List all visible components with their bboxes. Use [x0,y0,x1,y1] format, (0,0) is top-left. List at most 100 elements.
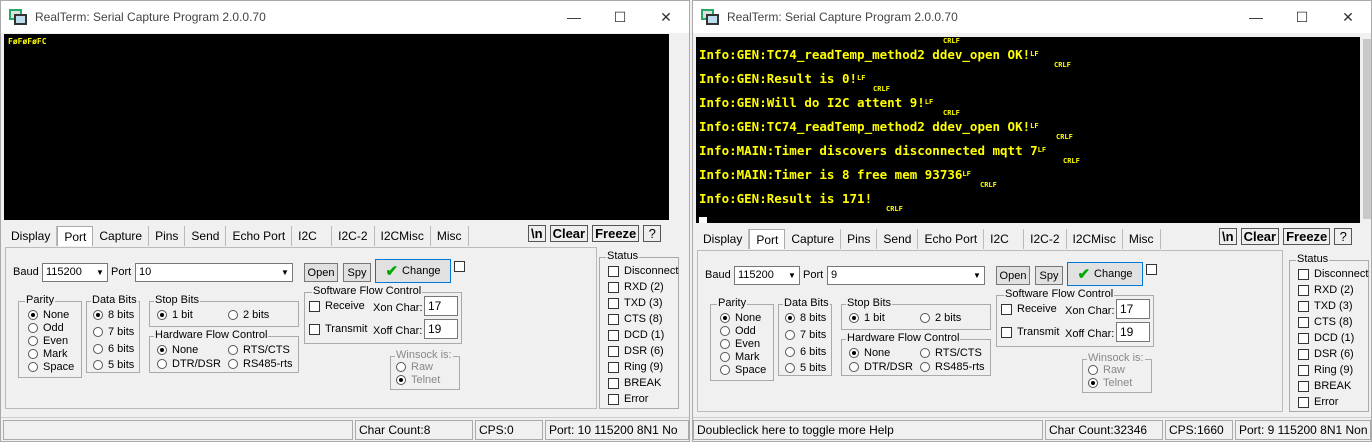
spy-button[interactable]: Spy [343,263,371,282]
parity-mark-radio[interactable]: Mark [720,351,759,363]
parity-none-radio[interactable]: None [720,312,761,324]
parity-space-radio[interactable]: Space [720,364,766,376]
clear-button[interactable]: Clear [1240,228,1280,245]
parity-odd-radio[interactable]: Odd [28,322,64,334]
newline-button[interactable]: \n [528,225,546,242]
clear-button[interactable]: Clear [549,225,589,242]
databits-6-radio[interactable]: 6 bits [93,343,134,355]
stopbits-1-radio[interactable]: 1 bit [157,309,193,321]
databits-7-radio[interactable]: 7 bits [93,326,134,338]
newline-button[interactable]: \n [1219,228,1237,245]
terminal-display[interactable]: Info:GEN:TC74_readTemp_method2 ddev_open… [696,37,1360,223]
databits-7-radio[interactable]: 7 bits [785,329,826,341]
swflow-transmit-checkbox[interactable]: Transmit [1001,326,1059,338]
maximize-icon[interactable]: ☐ [1279,1,1325,33]
change-button[interactable]: ✔ Change [375,259,451,283]
hwflow-rs485-radio[interactable]: RS485-rts [920,361,985,373]
port-select[interactable]: 9 ▼ [827,266,985,285]
port-select[interactable]: 10 ▼ [135,263,293,282]
tab-display[interactable]: Display [697,229,750,249]
title-bar[interactable]: RealTerm: Serial Capture Program 2.0.0.7… [693,1,1371,33]
hwflow-none-radio[interactable]: None [157,344,198,356]
tab-send[interactable]: Send [185,226,227,246]
hwflow-dtrdsr-radio[interactable]: DTR/DSR [849,361,913,373]
swflow-receive-checkbox[interactable]: Receive [1001,303,1057,315]
open-button[interactable]: Open [996,266,1030,285]
tab-i2c-2[interactable]: I2C-2 [1024,229,1067,249]
title-bar[interactable]: RealTerm: Serial Capture Program 2.0.0.7… [1,1,689,33]
winsock-raw-radio[interactable]: Raw [396,361,433,373]
winsock-telnet-radio[interactable]: Telnet [396,374,440,386]
parity-even-radio[interactable]: Even [720,338,760,350]
change-button[interactable]: ✔ Change [1067,262,1143,286]
change-checkbox[interactable] [454,261,465,272]
tab-misc[interactable]: Misc [431,226,469,246]
baud-select[interactable]: 115200 ▼ [734,266,800,285]
tab-port[interactable]: Port [57,226,94,246]
hwflow-rtscts-radio[interactable]: RTS/CTS [228,344,290,356]
close-icon[interactable]: ✕ [1325,1,1371,33]
tab-pins[interactable]: Pins [149,226,186,246]
freeze-button[interactable]: Freeze [1283,228,1331,245]
databits-5-radio[interactable]: 5 bits [785,362,826,374]
xoff-input[interactable]: 19 [424,319,458,339]
hwflow-none-radio[interactable]: None [849,347,890,359]
maximize-icon[interactable]: ☐ [597,1,643,33]
close-icon[interactable]: ✕ [643,1,689,33]
tab-i2cmisc[interactable]: I2CMisc [375,226,431,246]
tab-echo-port[interactable]: Echo Port [918,229,985,249]
tab-i2c[interactable]: I2C [292,226,333,246]
status-ring: Ring (9) [1298,364,1353,376]
winsock-raw-radio[interactable]: Raw [1088,364,1125,376]
terminal-scrollbar[interactable] [669,34,687,220]
terminal-display[interactable]: FøFøFøFC [4,34,669,220]
tab-i2c-2[interactable]: I2C-2 [332,226,375,246]
status-disconnect[interactable]: Disconnect [1298,268,1368,280]
status-cts: CTS (8) [608,313,663,325]
tab-capture[interactable]: Capture [785,229,842,249]
hwflow-dtrdsr-radio[interactable]: DTR/DSR [157,358,221,370]
hwflow-rs485-radio[interactable]: RS485-rts [228,358,293,370]
open-button[interactable]: Open [304,263,338,282]
tab-send[interactable]: Send [877,229,919,249]
hwflow-rtscts-radio[interactable]: RTS/CTS [920,347,982,359]
parity-none-radio[interactable]: None [28,309,69,321]
xoff-input[interactable]: 19 [1116,322,1150,342]
help-toggle[interactable]: Doubleclick here to toggle more Help [693,420,1043,440]
tab-misc[interactable]: Misc [1123,229,1161,249]
parity-space-radio[interactable]: Space [28,361,74,373]
databits-6-radio[interactable]: 6 bits [785,346,826,358]
parity-even-radio[interactable]: Even [28,335,68,347]
tab-display[interactable]: Display [5,226,58,246]
help-button[interactable]: ? [1334,228,1353,245]
tab-echo-port[interactable]: Echo Port [226,226,293,246]
spy-button[interactable]: Spy [1035,266,1063,285]
xon-input[interactable]: 17 [424,296,458,316]
change-checkbox[interactable] [1146,264,1157,275]
parity-mark-radio[interactable]: Mark [28,348,67,360]
databits-8-radio[interactable]: 8 bits [785,312,826,324]
tab-i2c[interactable]: I2C [984,229,1025,249]
minimize-icon[interactable]: — [551,1,597,33]
parity-odd-radio[interactable]: Odd [720,325,756,337]
minimize-icon[interactable]: — [1233,1,1279,33]
tab-i2cmisc[interactable]: I2CMisc [1067,229,1123,249]
xon-input[interactable]: 17 [1116,299,1150,319]
status-disconnect[interactable]: Disconnect [608,265,678,277]
help-toggle[interactable] [3,420,353,440]
swflow-receive-checkbox[interactable]: Receive [309,300,365,312]
stopbits-2-radio[interactable]: 2 bits [920,312,961,324]
stopbits-2-radio[interactable]: 2 bits [228,309,269,321]
tab-capture[interactable]: Capture [93,226,150,246]
freeze-button[interactable]: Freeze [592,225,640,242]
databits-8-radio[interactable]: 8 bits [93,309,134,321]
tab-port[interactable]: Port [749,229,786,249]
terminal-scrollbar[interactable] [1360,37,1371,223]
winsock-telnet-radio[interactable]: Telnet [1088,377,1132,389]
swflow-transmit-checkbox[interactable]: Transmit [309,323,367,335]
databits-5-radio[interactable]: 5 bits [93,359,134,371]
tab-pins[interactable]: Pins [841,229,878,249]
stopbits-1-radio[interactable]: 1 bit [849,312,885,324]
baud-select[interactable]: 115200 ▼ [42,263,108,282]
help-button[interactable]: ? [643,225,662,242]
